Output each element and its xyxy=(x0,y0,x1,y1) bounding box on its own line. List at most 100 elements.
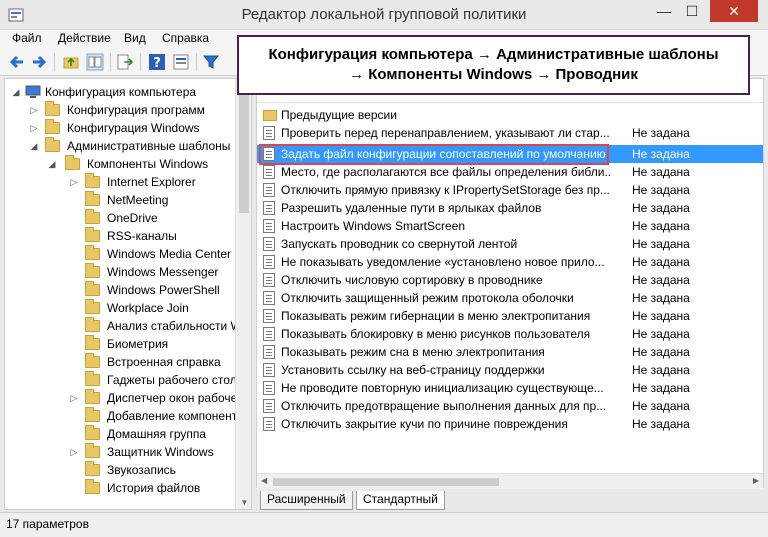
policy-setting-icon xyxy=(263,273,275,287)
folder-icon xyxy=(45,137,60,152)
policy-setting-icon xyxy=(263,417,275,431)
expand-arrow-icon[interactable]: ▷ xyxy=(69,173,79,191)
list-item[interactable]: Место, где располагаются все файлы опред… xyxy=(257,163,763,181)
policy-setting-icon xyxy=(263,201,275,215)
list-item[interactable]: Не проводите повторную инициализацию сущ… xyxy=(257,379,763,397)
expand-arrow-icon[interactable]: ▷ xyxy=(29,101,39,119)
list-item[interactable]: Отключить защищенный режим протокола обо… xyxy=(257,289,763,307)
tree-item-label: Гаджеты рабочего стол xyxy=(107,373,237,387)
setting-state: Не задана xyxy=(632,255,690,269)
tree-pane[interactable]: ◢ Конфигурация компьютера ▷ Конфигурация… xyxy=(4,78,252,510)
scroll-left-icon[interactable]: ◀ xyxy=(261,476,267,485)
list-item[interactable]: Разрешить удаленные пути в ярлыках файло… xyxy=(257,199,763,217)
setting-state: Не задана xyxy=(632,273,690,287)
scrollbar-thumb[interactable] xyxy=(239,93,249,213)
collapse-arrow-icon[interactable]: ◢ xyxy=(29,137,39,155)
tree-item-label: NetMeeting xyxy=(107,193,169,207)
list-item[interactable]: Отключить закрытие кучи по причине повре… xyxy=(257,415,763,433)
tab-extended[interactable]: Расширенный xyxy=(260,491,353,510)
list-item[interactable]: Показывать блокировку в меню рисунков по… xyxy=(257,325,763,343)
scrollbar-thumb[interactable] xyxy=(273,478,499,486)
export-icon[interactable] xyxy=(116,53,134,71)
list-item[interactable]: Проверить перед перенаправлением, указыв… xyxy=(257,124,763,142)
setting-state: Не задана xyxy=(632,417,690,431)
minimize-button[interactable]: — xyxy=(650,0,678,22)
navigation-path-banner: Конфигурация компьютера → Административн… xyxy=(237,35,750,95)
list-item[interactable]: Установить ссылку на веб-страницу поддер… xyxy=(257,361,763,379)
banner-text: Конфигурация компьютера → Административн… xyxy=(268,46,719,83)
tree-item-label: OneDrive xyxy=(107,211,158,225)
toolbar-separator xyxy=(196,53,197,71)
folder-icon xyxy=(85,479,100,494)
folder-icon xyxy=(85,353,100,368)
list-item[interactable]: Не показывать уведомление «установлено н… xyxy=(257,253,763,271)
setting-name: Запускать проводник со свернутой лентой xyxy=(281,237,518,251)
tree-item-label: Защитник Windows xyxy=(107,445,214,459)
setting-state: Не задана xyxy=(632,147,690,161)
details-view-icon[interactable] xyxy=(86,53,104,71)
folder-icon xyxy=(85,209,100,224)
policy-setting-icon xyxy=(263,165,275,179)
setting-state: Не задана xyxy=(632,201,690,215)
tree-item-label: Internet Explorer xyxy=(107,175,196,189)
collapse-arrow-icon[interactable]: ◢ xyxy=(47,155,57,173)
policy-setting-icon xyxy=(263,255,275,269)
computer-icon xyxy=(25,85,41,98)
title-bar: Редактор локальной групповой политики — … xyxy=(0,0,768,30)
folder-icon xyxy=(85,281,100,296)
policy-setting-icon xyxy=(263,147,275,161)
setting-state: Не задана xyxy=(632,381,690,395)
setting-name: Настроить Windows SmartScreen xyxy=(281,219,466,233)
folder-icon xyxy=(65,155,80,170)
folder-icon xyxy=(85,425,100,440)
list-item[interactable]: Запускать проводник со свернутой лентой … xyxy=(257,235,763,253)
list-item[interactable]: Отключить прямую привязку к IPropertySet… xyxy=(257,181,763,199)
folder-icon xyxy=(85,227,100,242)
tree-item-label: Административные шаблоны xyxy=(67,139,231,153)
back-arrow-icon[interactable] xyxy=(8,53,26,71)
expand-arrow-icon[interactable]: ▷ xyxy=(69,389,79,407)
menu-view[interactable]: Вид xyxy=(124,31,146,45)
policy-setting-icon xyxy=(263,381,275,395)
folder-icon xyxy=(85,335,100,350)
menu-action[interactable]: Действие xyxy=(58,31,111,45)
tree-item-label: RSS-каналы xyxy=(107,229,177,243)
tree-item-label: Workplace Join xyxy=(107,301,189,315)
toolbar-separator xyxy=(110,53,111,71)
folder-up-icon[interactable] xyxy=(62,53,80,71)
list-horizontal-scrollbar[interactable]: ◀ ▶ xyxy=(257,473,763,489)
tree-vertical-scrollbar[interactable]: ▲ ▼ xyxy=(235,79,251,509)
menu-help[interactable]: Справка xyxy=(162,31,209,45)
tree-item-label: Анализ стабильности W xyxy=(107,319,242,333)
setting-state: Не задана xyxy=(632,399,690,413)
scroll-right-icon[interactable]: ▶ xyxy=(753,476,759,485)
setting-state: Не задана xyxy=(632,291,690,305)
tree-item-label: Конфигурация Windows xyxy=(67,121,200,135)
forward-arrow-icon[interactable] xyxy=(30,53,48,71)
settings-list-pane[interactable]: Предыдущие версии Проверить перед перена… xyxy=(256,78,764,488)
filter-icon[interactable] xyxy=(202,53,220,71)
expand-arrow-icon[interactable]: ▷ xyxy=(29,119,39,137)
policy-setting-icon xyxy=(263,291,275,305)
help-icon[interactable]: ? xyxy=(148,53,166,71)
list-item[interactable]: Отключить числовую сортировку в проводни… xyxy=(257,271,763,289)
list-item[interactable]: Показывать режим гибернации в меню элект… xyxy=(257,307,763,325)
scroll-down-icon[interactable]: ▼ xyxy=(236,497,251,509)
list-item-selected[interactable]: Задать файл конфигурации сопоставлений п… xyxy=(257,145,763,163)
expand-arrow-icon[interactable]: ▷ xyxy=(69,443,79,461)
list-item[interactable]: Настроить Windows SmartScreen Не задана xyxy=(257,217,763,235)
close-button[interactable]: ✕ xyxy=(710,0,758,22)
list-item[interactable]: Предыдущие версии xyxy=(257,106,763,124)
tree-item-label: Встроенная справка xyxy=(107,355,221,369)
menu-file[interactable]: Файл xyxy=(12,31,42,45)
maximize-button[interactable]: ☐ xyxy=(678,0,706,22)
tree-item-label: Windows PowerShell xyxy=(107,283,220,297)
collapse-arrow-icon[interactable]: ◢ xyxy=(11,83,21,101)
properties-icon[interactable] xyxy=(172,53,190,71)
list-item[interactable]: Показывать режим сна в меню электропитан… xyxy=(257,343,763,361)
setting-name: Предыдущие версии xyxy=(281,108,397,122)
tab-standard[interactable]: Стандартный xyxy=(356,491,445,510)
status-bar: 17 параметров xyxy=(0,512,768,537)
svg-text:?: ? xyxy=(153,56,161,71)
list-item[interactable]: Отключить предотвращение выполнения данн… xyxy=(257,397,763,415)
